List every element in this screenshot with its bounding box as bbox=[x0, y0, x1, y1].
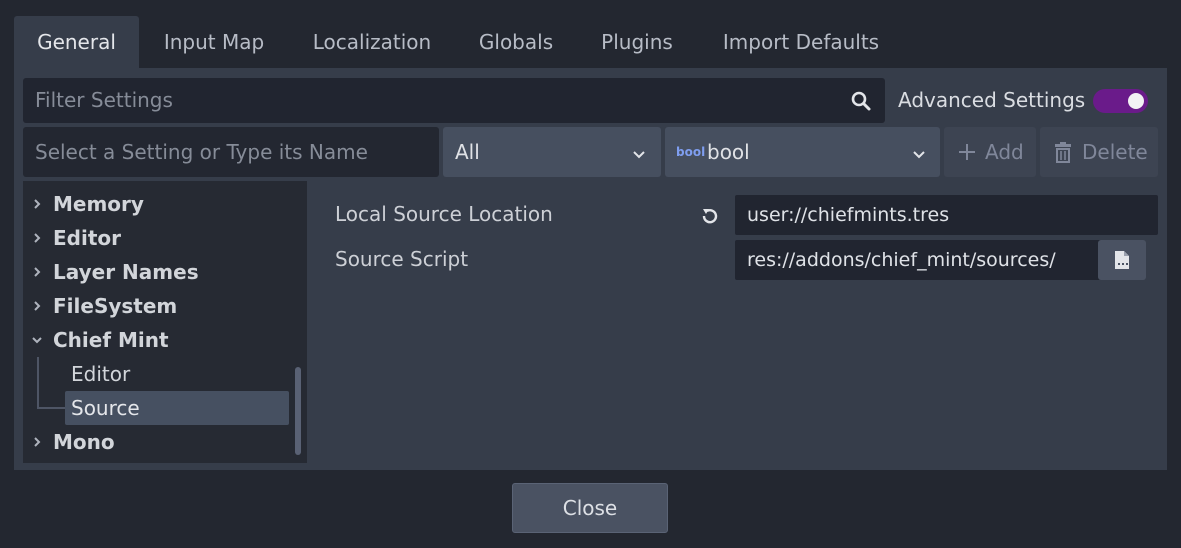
scope-value: All bbox=[455, 140, 480, 164]
revert-icon[interactable] bbox=[698, 204, 722, 228]
source-script-value[interactable]: res://addons/chief_mint/sources/ bbox=[735, 240, 1108, 280]
toggle-knob bbox=[1128, 93, 1144, 109]
close-button[interactable]: Close bbox=[512, 483, 668, 533]
tree-item-editor[interactable]: Editor bbox=[53, 221, 121, 255]
chevron-right-icon[interactable] bbox=[29, 221, 45, 255]
tree-item-chief-mint-editor[interactable]: Editor bbox=[71, 357, 130, 391]
advanced-settings-toggle[interactable] bbox=[1093, 89, 1148, 113]
chevron-down-icon bbox=[911, 144, 927, 160]
chevron-right-icon[interactable] bbox=[29, 187, 45, 221]
tab-input-map[interactable]: Input Map bbox=[146, 16, 282, 68]
tree-item-chief-mint-source[interactable]: Source bbox=[65, 391, 289, 425]
file-picker-button[interactable] bbox=[1098, 240, 1146, 280]
setting-name-placeholder: Select a Setting or Type its Name bbox=[35, 140, 368, 164]
chevron-right-icon[interactable] bbox=[29, 289, 45, 323]
tab-plugins[interactable]: Plugins bbox=[585, 16, 689, 68]
plus-icon bbox=[957, 142, 977, 162]
tab-import-defaults[interactable]: Import Defaults bbox=[706, 16, 896, 68]
type-dropdown[interactable]: bool bool bbox=[665, 127, 940, 177]
delete-label: Delete bbox=[1082, 140, 1148, 164]
add-label: Add bbox=[985, 140, 1024, 164]
local-source-location-value[interactable]: user://chiefmints.tres bbox=[735, 195, 1158, 235]
chevron-right-icon[interactable] bbox=[29, 255, 45, 289]
property-label-local-source-location: Local Source Location bbox=[335, 202, 553, 226]
trash-icon bbox=[1052, 141, 1074, 163]
advanced-settings-label: Advanced Settings bbox=[898, 88, 1086, 112]
delete-setting-button[interactable]: Delete bbox=[1040, 127, 1158, 177]
chevron-right-icon[interactable] bbox=[29, 425, 45, 459]
file-icon bbox=[1113, 250, 1131, 270]
chevron-down-icon bbox=[631, 144, 647, 160]
filter-placeholder: Filter Settings bbox=[35, 88, 173, 112]
bool-type-icon: bool bbox=[676, 145, 706, 159]
tree-item-source-label: Source bbox=[71, 396, 140, 420]
tree-item-memory[interactable]: Memory bbox=[53, 187, 144, 221]
type-value: bool bbox=[707, 140, 750, 164]
filter-settings-input[interactable]: Filter Settings bbox=[23, 78, 885, 123]
property-label-source-script: Source Script bbox=[335, 247, 469, 271]
tab-globals[interactable]: Globals bbox=[463, 16, 569, 68]
settings-tree: Memory Editor Layer Names FileSystem Chi… bbox=[23, 181, 307, 463]
tab-general[interactable]: General bbox=[14, 16, 139, 68]
chevron-down-icon[interactable] bbox=[29, 323, 45, 357]
tree-item-layer-names[interactable]: Layer Names bbox=[53, 255, 199, 289]
tree-guide-line bbox=[37, 357, 39, 409]
tree-item-chief-mint[interactable]: Chief Mint bbox=[53, 323, 169, 357]
tree-scrollbar[interactable] bbox=[295, 367, 301, 455]
tree-item-filesystem[interactable]: FileSystem bbox=[53, 289, 177, 323]
setting-name-input[interactable]: Select a Setting or Type its Name bbox=[23, 127, 439, 177]
search-icon[interactable] bbox=[849, 89, 873, 113]
tab-localization[interactable]: Localization bbox=[298, 16, 446, 68]
tree-guide-line bbox=[37, 407, 65, 409]
tree-item-mono[interactable]: Mono bbox=[53, 425, 115, 459]
scope-dropdown[interactable]: All bbox=[443, 127, 661, 177]
add-setting-button[interactable]: Add bbox=[944, 127, 1036, 177]
